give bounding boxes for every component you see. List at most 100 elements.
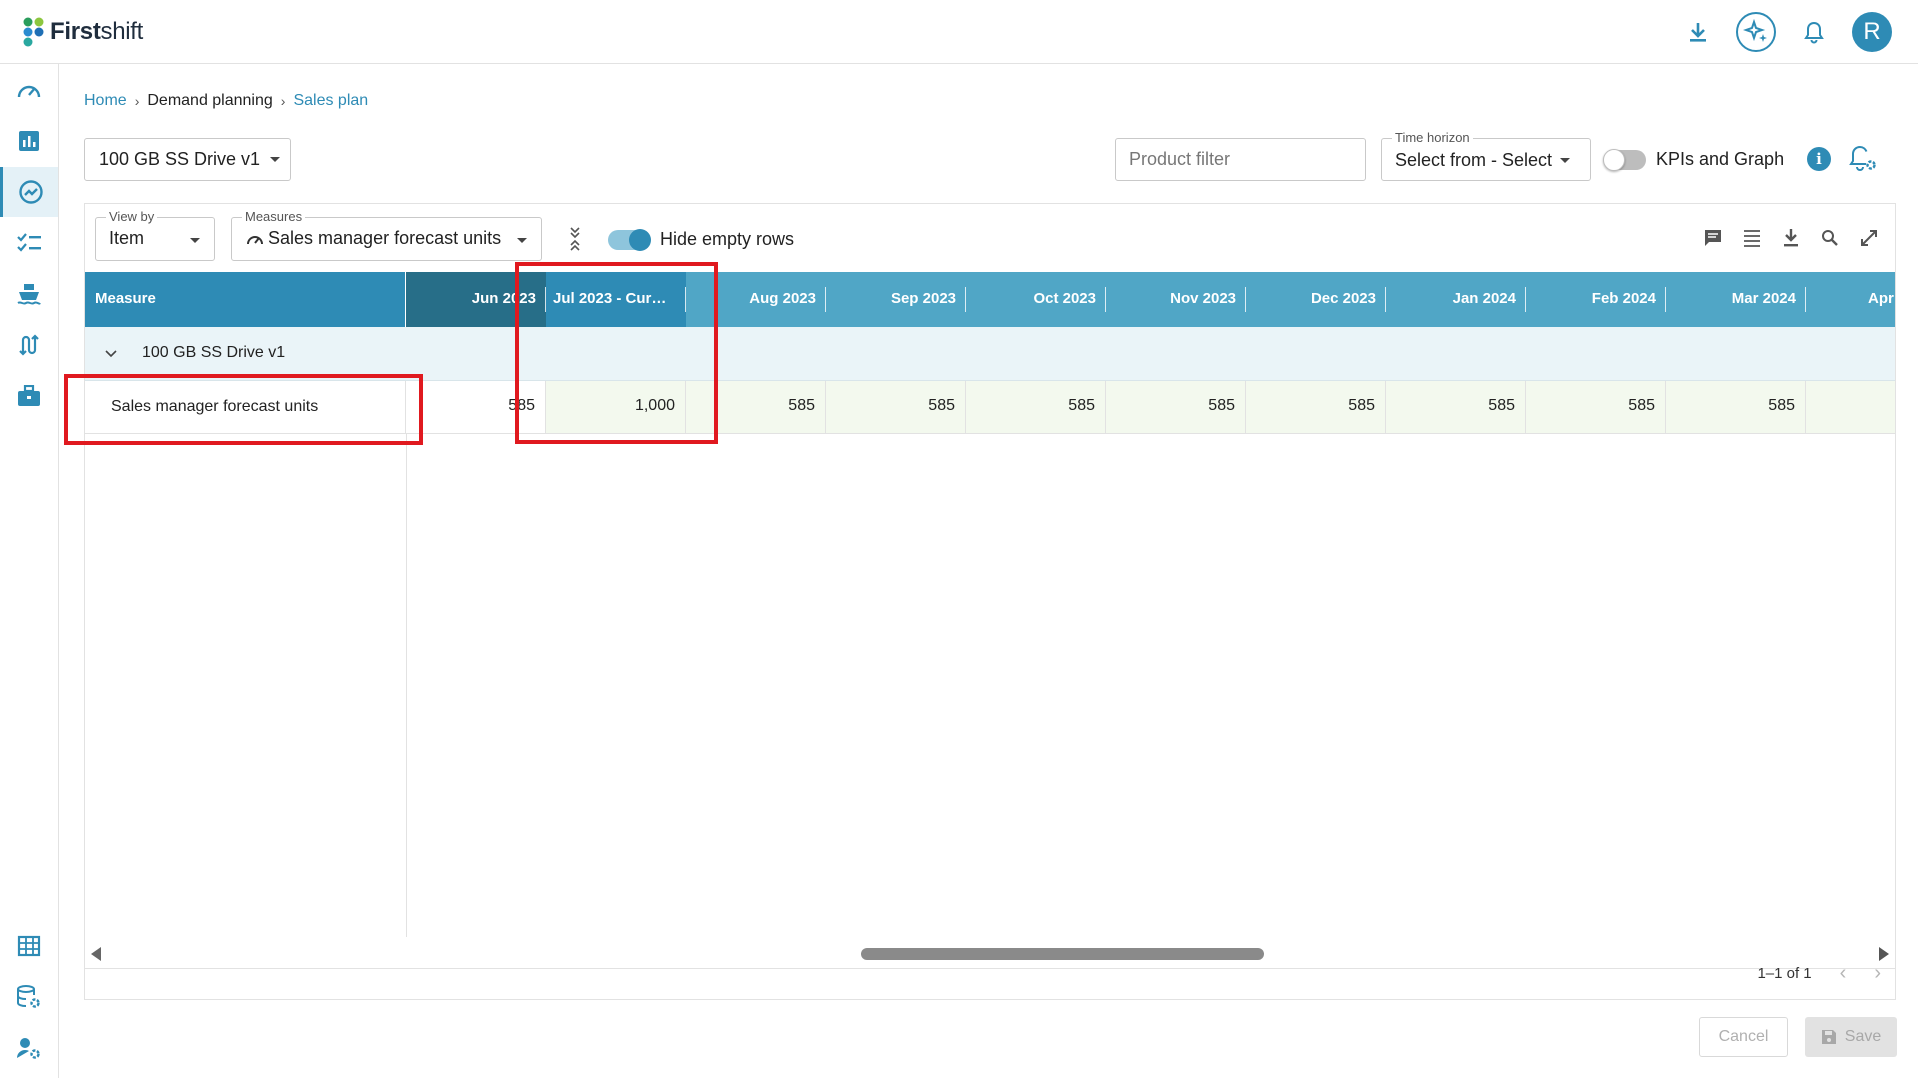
dropdown-caret-icon [270,157,281,162]
sidebar-item-user-settings[interactable] [0,1023,58,1073]
bar-chart-icon [19,131,39,151]
table-cell[interactable]: 585 [1106,381,1246,433]
time-horizon-value: Select from - Select [1395,150,1553,170]
alert-settings-icon[interactable] [1848,144,1878,179]
sidebar-item-organization[interactable] [0,921,58,971]
table-cell[interactable]: 585 [966,381,1106,433]
dropdown-caret-icon [1560,158,1570,163]
hide-empty-rows-toggle[interactable]: Hide empty rows [608,228,795,251]
trend-circle-icon [18,180,43,204]
column-header[interactable]: Jun 2023 [406,272,546,327]
column-header[interactable]: Dec 2023 [1246,272,1386,327]
column-header[interactable]: Jan 2024 [1386,272,1526,327]
column-header[interactable]: Mar 2024 [1666,272,1806,327]
breadcrumb-current: Sales plan [293,92,369,109]
search-icon[interactable] [1818,226,1842,250]
notification-bell-icon[interactable] [1794,12,1834,52]
sidebar-item-demand-planning[interactable] [0,167,58,217]
plan-selector[interactable]: 100 GB SS Drive v1 [84,138,291,181]
grid-panel: View by Item Measures Sales manager fore… [84,203,1896,1000]
view-by-label: View by [106,209,158,224]
sidebar-item-analytics[interactable] [0,116,58,166]
list-view-icon[interactable] [1740,226,1764,250]
row-label: Sales manager forecast units [85,381,406,433]
table-cell[interactable]: 585 [1386,381,1526,433]
view-by-select[interactable]: View by Item [95,209,215,261]
table-cell[interactable]: 585 [686,381,826,433]
previous-page-icon[interactable]: ‹ [1840,962,1847,985]
save-button-label: Save [1844,1028,1882,1045]
grid-toolbar [1701,226,1881,250]
sidebar [0,64,59,1078]
kpi-toggle-label: KPIs and Graph [1656,149,1785,169]
fullscreen-icon[interactable] [1857,226,1881,250]
sidebar-item-shipping[interactable] [0,269,58,319]
time-horizon-select[interactable]: Time horizon Select from - Select [1381,130,1591,181]
column-header[interactable]: Aug 2023 [686,272,826,327]
chevron-down-icon[interactable] [105,345,117,363]
app-logo[interactable]: Firstshift [22,16,143,48]
database-gear-icon [17,985,40,1008]
dropdown-caret-icon [190,238,200,243]
product-filter-input[interactable] [1115,138,1366,181]
measures-select[interactable]: Measures Sales manager forecast units [231,209,542,261]
cancel-button[interactable]: Cancel [1699,1017,1788,1057]
ai-assistant-icon[interactable] [1736,12,1776,52]
hide-empty-rows-label: Hide empty rows [660,229,795,249]
sidebar-item-portfolio[interactable] [0,371,58,421]
ship-icon [17,284,41,305]
pagination-range: 1–1 of 1 [1757,965,1812,982]
download-icon[interactable] [1678,12,1718,52]
view-by-value: Item [109,228,145,248]
kpi-graph-toggle[interactable]: KPIs and Graph [1603,148,1785,171]
kpi-toggle-switch[interactable] [1603,148,1646,171]
measures-label: Measures [242,209,306,224]
breadcrumb-home[interactable]: Home [84,92,127,110]
table-cell[interactable]: 585 [826,381,966,433]
info-icon[interactable]: i [1807,147,1831,171]
breadcrumb: Home › Demand planning › Sales plan [84,92,368,110]
sidebar-item-data-settings[interactable] [0,972,58,1022]
save-disk-icon [1821,1030,1836,1044]
column-header[interactable]: Nov 2023 [1106,272,1246,327]
export-download-icon[interactable] [1779,226,1803,250]
logo-mark-icon [23,17,44,47]
scrollbar-thumb[interactable] [861,948,1264,960]
table-cell[interactable] [1806,381,1895,433]
column-header[interactable]: Sep 2023 [826,272,966,327]
column-header[interactable]: Oct 2023 [966,272,1106,327]
horizontal-scrollbar[interactable] [85,937,1895,969]
column-header-current[interactable]: Jul 2023 - Cur… [546,272,686,327]
table-cell[interactable]: 585 [1246,381,1386,433]
app-name: Firstshift [50,18,144,45]
time-horizon-label: Time horizon [1392,130,1473,145]
sidebar-item-dashboard[interactable] [0,65,58,115]
save-button[interactable]: Save [1805,1017,1897,1057]
building-icon [17,935,41,957]
table-cell[interactable]: 585 [1526,381,1666,433]
table-cell[interactable]: 585 [1666,381,1806,433]
scroll-right-arrow-icon[interactable] [1879,947,1889,961]
scroll-left-arrow-icon[interactable] [91,947,101,961]
comment-icon[interactable] [1701,226,1725,250]
hide-empty-rows-switch[interactable] [608,228,651,251]
column-header[interactable]: Apr [1806,272,1895,327]
table-cell[interactable]: 1,000 [546,381,686,433]
user-avatar[interactable]: R [1852,12,1892,52]
breadcrumb-separator: › [280,93,286,109]
briefcase-icon [18,385,40,406]
collapse-all-icon[interactable] [568,226,582,257]
sidebar-item-supply-flow[interactable] [0,320,58,370]
user-gear-icon [17,1038,40,1059]
flow-arrows-icon [19,334,39,356]
gauge-icon [246,231,264,252]
column-header[interactable]: Feb 2024 [1526,272,1666,327]
measure-column-header[interactable]: Measure [85,272,406,327]
breadcrumb-demand-planning[interactable]: Demand planning [147,92,272,110]
pagination: 1–1 of 1 ‹ › [1757,962,1881,985]
sidebar-item-tasks[interactable] [0,218,58,268]
measures-value: Sales manager forecast units [268,228,502,248]
table-row: Sales manager forecast units 585 1,000 5… [85,381,1895,434]
table-cell[interactable]: 585 [406,381,546,433]
next-page-icon[interactable]: › [1874,962,1881,985]
